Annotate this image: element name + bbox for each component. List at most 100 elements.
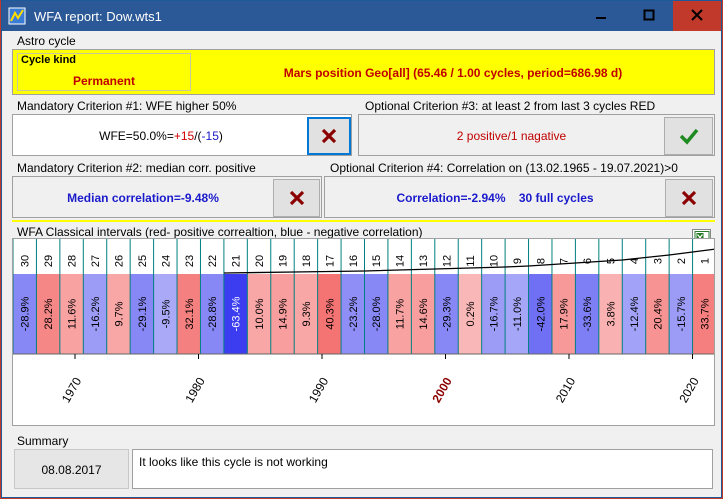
maximize-button[interactable] bbox=[625, 1, 673, 31]
criterion1-panel: WFE=50.0%=+15/(-15) bbox=[12, 114, 352, 156]
cycle-number-label: 11 bbox=[465, 255, 477, 266]
criterion1-positive: +15 bbox=[173, 129, 195, 143]
summary-label: Summary bbox=[17, 434, 69, 448]
astro-cycle-panel: Cycle kind Permanent Mars position Geo[a… bbox=[12, 49, 715, 95]
cycle-number-label: 25 bbox=[137, 255, 149, 267]
criterion1-value: WFE=50.0%=+15/(-15) bbox=[13, 129, 309, 143]
cycle-correlation-label: 40.3% bbox=[324, 298, 336, 329]
criterion4-result-button[interactable] bbox=[665, 179, 713, 217]
cycle-number-label: 10 bbox=[488, 255, 500, 267]
cycle-correlation-label: 10.0% bbox=[254, 298, 266, 329]
astro-cycle-label: Astro cycle bbox=[17, 34, 76, 48]
wfa-chart: 30 -28.9% 29 28.2% 28 11.6% 27 -16.2% 26 9.7% 25 -2… bbox=[12, 238, 715, 426]
cycle-correlation-label: 9.7% bbox=[113, 301, 125, 326]
criterion3-result-button[interactable] bbox=[664, 117, 713, 155]
wfa-chart-svg: 30-28.9%2928.2%2811.6%27-16.2%269.7%25-2… bbox=[13, 239, 714, 405]
criterion3-label: Optional Criterion #3: at least 2 from l… bbox=[365, 99, 656, 113]
window-title: WFA report: Dow.wts1 bbox=[34, 9, 162, 24]
criterion1-separator: /( bbox=[194, 129, 202, 143]
cycle-kind-label: Cycle kind bbox=[21, 54, 77, 66]
cycle-correlation-label: 20.4% bbox=[652, 298, 664, 329]
cycle-correlation-label: -42.0% bbox=[535, 296, 547, 331]
cycle-correlation-label: -11.0% bbox=[512, 297, 524, 331]
cycle-number-label: 22 bbox=[207, 255, 219, 267]
cycle-kind-box: Cycle kind Permanent bbox=[17, 53, 191, 91]
yellow-divider bbox=[12, 220, 715, 222]
cycle-correlation-label: -33.6% bbox=[582, 296, 594, 331]
app-icon bbox=[8, 7, 26, 25]
title-bar[interactable]: WFA report: Dow.wts1 bbox=[2, 1, 721, 31]
cycle-correlation-label: -15.7% bbox=[676, 296, 688, 331]
cycle-number-label: 24 bbox=[160, 255, 172, 267]
cycle-correlation-label: 0.2% bbox=[465, 301, 477, 326]
cycle-number-label: 21 bbox=[231, 255, 243, 267]
criterion4-label: Optional Criterion #4: Correlation on (1… bbox=[330, 161, 678, 175]
cross-icon bbox=[321, 128, 337, 144]
cycle-correlation-label: -28.0% bbox=[371, 296, 383, 331]
minimize-button[interactable] bbox=[577, 1, 625, 31]
summary-text-field[interactable]: It looks like this cycle is not working bbox=[132, 449, 713, 489]
cycle-kind-value: Permanent bbox=[72, 74, 136, 88]
cycle-number-label: 3 bbox=[652, 258, 664, 264]
cycle-correlation-label: -16.7% bbox=[488, 296, 500, 331]
criterion2-value: Median correlation=-9.48% bbox=[67, 191, 219, 205]
cycle-correlation-label: -12.4% bbox=[629, 296, 641, 331]
x-tick-label: 2020 bbox=[676, 375, 702, 405]
check-icon bbox=[679, 128, 698, 145]
cycle-correlation-label: -63.4% bbox=[231, 296, 243, 331]
cycle-number-label: 28 bbox=[67, 255, 79, 267]
cycle-number-label: 29 bbox=[43, 255, 55, 267]
cycle-number-label: 2 bbox=[676, 258, 688, 264]
cycle-correlation-label: 9.3% bbox=[301, 301, 313, 326]
cycle-number-label: 6 bbox=[582, 258, 594, 264]
cycle-correlation-label: 14.6% bbox=[418, 298, 430, 329]
cycle-correlation-label: 14.9% bbox=[277, 298, 289, 329]
criterion3-value: 2 positive/1 nagative bbox=[456, 129, 567, 143]
cycle-correlation-label: 32.1% bbox=[184, 298, 196, 329]
cycle-correlation-label: -16.2% bbox=[90, 296, 102, 331]
cross-icon bbox=[681, 190, 697, 206]
criterion1-result-button[interactable] bbox=[307, 117, 351, 155]
criterion1-suffix: ) bbox=[218, 129, 223, 143]
cycle-correlation-label: 17.9% bbox=[559, 298, 571, 329]
minimize-icon bbox=[596, 17, 606, 19]
x-tick-label: 1970 bbox=[59, 375, 85, 405]
x-tick-label: 2010 bbox=[553, 375, 579, 405]
criterion1-prefix: WFE=50.0%= bbox=[99, 129, 174, 143]
x-tick-label: 1980 bbox=[182, 375, 208, 405]
cycle-correlation-label: 11.7% bbox=[395, 299, 407, 330]
cycle-number-label: 19 bbox=[277, 255, 289, 267]
cycle-number-label: 17 bbox=[324, 255, 336, 267]
maximize-icon bbox=[643, 9, 655, 21]
cycle-correlation-label: -29.1% bbox=[137, 296, 149, 331]
cycle-correlation-label: 28.2% bbox=[43, 298, 55, 329]
cycle-correlation-label: -23.2% bbox=[348, 296, 360, 331]
report-window: WFA report: Dow.wts1 Astro cycle Cycle k… bbox=[1, 0, 722, 498]
cycle-number-label: 1 bbox=[699, 258, 711, 264]
close-icon bbox=[691, 9, 703, 21]
x-tick-label: 2000 bbox=[429, 375, 455, 405]
criterion2-result-button[interactable] bbox=[273, 179, 320, 217]
criterion4-value: Correlation=-2.94% 30 full cycles bbox=[396, 191, 594, 205]
close-button[interactable] bbox=[673, 1, 721, 31]
x-tick-label: 1990 bbox=[306, 375, 332, 405]
cycle-number-label: 23 bbox=[184, 255, 196, 267]
criterion3-panel: 2 positive/1 nagative bbox=[358, 114, 715, 156]
cycle-number-label: 27 bbox=[90, 255, 102, 267]
cycle-number-label: 18 bbox=[301, 255, 313, 267]
criterion2-label: Mandatory Criterion #2: median corr. pos… bbox=[17, 161, 256, 175]
cycle-number-label: 26 bbox=[113, 255, 125, 267]
cycle-number-label: 30 bbox=[20, 255, 32, 267]
cycle-number-label: 15 bbox=[371, 255, 383, 267]
criterion1-label: Mandatory Criterion #1: WFE higher 50% bbox=[17, 99, 237, 113]
cycle-number-label: 13 bbox=[418, 255, 430, 267]
cycle-number-label: 8 bbox=[535, 258, 547, 264]
cycle-correlation-label: -28.8% bbox=[207, 296, 219, 331]
cycle-number-label: 12 bbox=[442, 255, 454, 267]
cycle-correlation-label: -28.9% bbox=[20, 296, 32, 331]
criterion2-panel: Median correlation=-9.48% bbox=[12, 176, 322, 218]
cycle-correlation-label: -29.3% bbox=[442, 296, 454, 331]
cycle-correlation-label: -9.5% bbox=[160, 299, 172, 328]
cycle-correlation-label: 33.7% bbox=[699, 298, 711, 329]
cycle-correlation-label: 11.6% bbox=[67, 299, 79, 330]
